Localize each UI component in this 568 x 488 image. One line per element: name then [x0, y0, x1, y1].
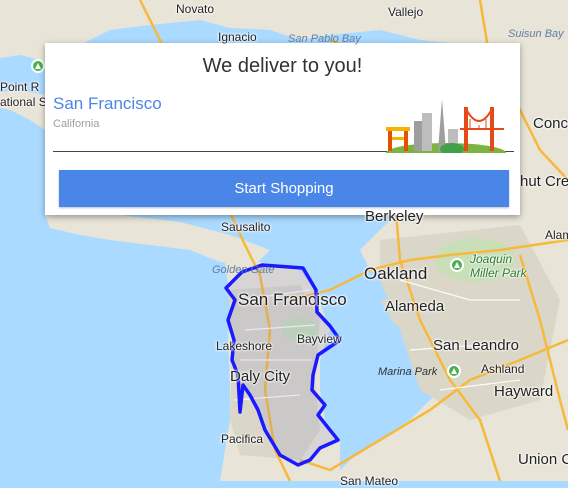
- map-label-daly-city: Daly City: [230, 368, 291, 385]
- city-name[interactable]: San Francisco: [53, 94, 162, 114]
- map-label-union-c: Union C: [518, 451, 568, 468]
- map-label-bayview: Bayview: [297, 332, 342, 346]
- map-label-suisun-bay: Suisun Bay: [508, 28, 564, 40]
- park-icon: [450, 258, 464, 272]
- map-label-marina-park: Marina Park: [378, 366, 438, 378]
- map-label-san-leandro: San Leandro: [433, 337, 519, 354]
- map-label-novato: Novato: [176, 2, 215, 16]
- map-label-ashland: Ashland: [481, 362, 525, 376]
- map-label-vallejo: Vallejo: [388, 5, 424, 19]
- delivery-card: We deliver to you! San Francisco Califor…: [45, 43, 520, 215]
- park-icon: [447, 364, 461, 378]
- map-label-pacifica: Pacifica: [221, 432, 264, 446]
- card-title: We deliver to you!: [202, 55, 363, 77]
- map-label-oakland: Oakland: [364, 264, 428, 283]
- map-label-joaquin-miller: Joaquin Miller Park: [470, 252, 527, 280]
- map-label-sausalito: Sausalito: [221, 220, 271, 234]
- start-shopping-button[interactable]: Start Shopping: [59, 170, 509, 207]
- map-label-berkeley: Berkeley: [365, 208, 424, 225]
- state-name: California: [53, 118, 100, 130]
- map-label-hayward: Hayward: [494, 383, 554, 400]
- map-label-golden-gate: Golden Gate: [212, 264, 275, 276]
- map-label-lakeshore: Lakeshore: [216, 339, 273, 353]
- map-label-alam: Alam: [545, 228, 568, 242]
- map-label-point-r: Point R: [0, 80, 40, 94]
- map-label-conc: Conc: [533, 115, 568, 132]
- san-francisco-skyline-icon: [386, 99, 506, 153]
- park-icon: [31, 59, 45, 73]
- map-label-ignacio: Ignacio: [218, 30, 257, 44]
- map-label-san-pablo-bay: San Pablo Bay: [288, 33, 361, 45]
- map-label-san-francisco: San Francisco: [238, 290, 347, 309]
- map-label-hut-cree: hut Cree: [520, 173, 568, 190]
- map-label-alameda: Alameda: [385, 298, 445, 315]
- map-label-san-mateo: San Mateo: [340, 474, 399, 488]
